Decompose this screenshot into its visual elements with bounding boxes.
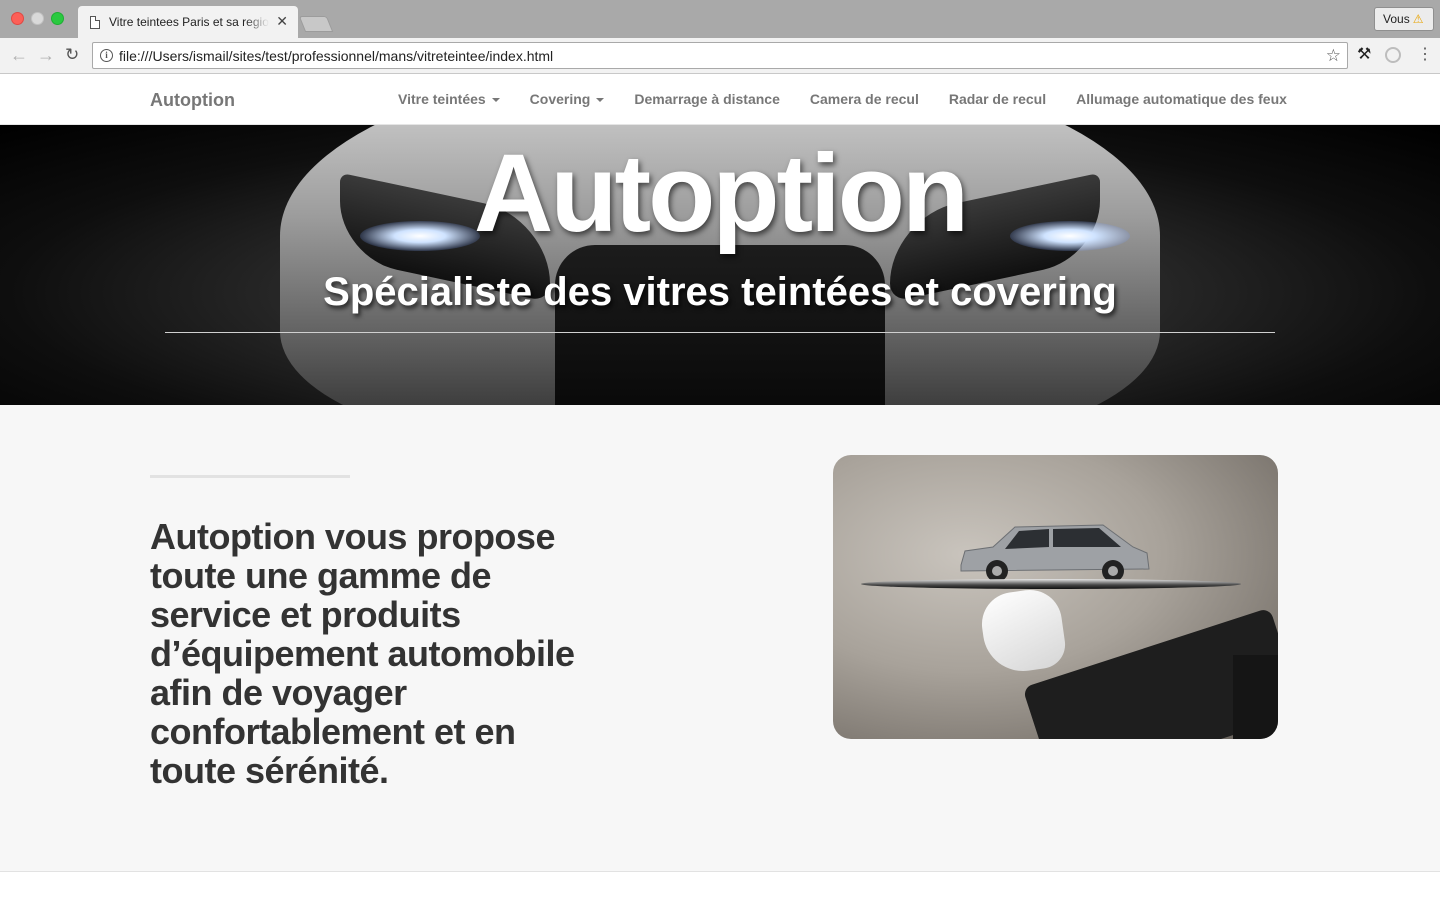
intro-heading: Autoption vous propose toute une gamme d…	[150, 516, 575, 791]
browser-tab-active[interactable]: Vitre teintees Paris et sa region ✕	[78, 6, 298, 38]
nav-item-camera-de-recul[interactable]: Camera de recul	[795, 91, 934, 107]
browser-titlebar: Vitre teintees Paris et sa region ✕ Vous…	[0, 0, 1440, 38]
document-icon	[90, 16, 100, 29]
hero-title: Autoption	[473, 132, 969, 255]
nav-item-radar-de-recul[interactable]: Radar de recul	[934, 91, 1061, 107]
warning-icon: ⚠	[1412, 12, 1424, 26]
kebab-menu-icon[interactable]: ⋮	[1417, 46, 1433, 64]
reload-icon[interactable]: ↻	[65, 46, 79, 64]
tab-title: Vitre teintees Paris et sa region	[109, 15, 269, 29]
nav-links: Vitre teintées Covering Demarrage à dist…	[383, 91, 1302, 107]
extension-tool-icon[interactable]: ⚒	[1357, 46, 1371, 64]
intro-section: Autoption vous propose toute une gamme d…	[0, 405, 1440, 872]
browser-toolbar: ← → ↻ i file:///Users/ismail/sites/test/…	[0, 38, 1440, 74]
info-icon[interactable]: i	[100, 49, 113, 62]
address-url[interactable]: file:///Users/ismail/sites/test/professi…	[119, 48, 553, 64]
nav-item-covering[interactable]: Covering	[515, 91, 620, 107]
nav-item-vitre-teintees[interactable]: Vitre teintées	[383, 91, 515, 107]
profile-label: Vous	[1383, 12, 1410, 26]
close-window-button[interactable]	[11, 12, 24, 25]
car-grille	[555, 245, 885, 405]
section-divider	[150, 475, 350, 478]
bookmark-star-icon[interactable]: ☆	[1326, 46, 1341, 66]
feature-image-car-on-tray	[833, 455, 1278, 739]
nav-item-label: Vitre teintées	[398, 91, 486, 107]
hero-divider	[165, 332, 1275, 333]
silver-tray	[861, 579, 1241, 589]
profile-button[interactable]: Vous ⚠	[1374, 7, 1434, 31]
new-tab-button[interactable]	[298, 16, 334, 32]
extension-circle-icon[interactable]	[1385, 47, 1401, 63]
caret-down-icon	[596, 98, 605, 103]
nav-item-allumage-automatique[interactable]: Allumage automatique des feux	[1061, 91, 1302, 107]
hero-banner: Autoption Spécialiste des vitres teintée…	[0, 125, 1440, 405]
back-arrow-icon[interactable]: ←	[10, 46, 28, 64]
suit-sleeve-edge	[1233, 655, 1278, 739]
site-brand-link[interactable]: Autoption	[150, 90, 235, 111]
site-navbar: Autoption Vitre teintées Covering Demarr…	[0, 75, 1440, 125]
forward-arrow-icon[interactable]: →	[37, 46, 55, 64]
address-bar[interactable]: i file:///Users/ismail/sites/test/profes…	[92, 42, 1348, 69]
hero-subtitle: Spécialiste des vitres teintées et cover…	[323, 270, 1117, 314]
web-page: Autoption Vitre teintées Covering Demarr…	[0, 75, 1440, 900]
maximize-window-button[interactable]	[51, 12, 64, 25]
suv-illustration	[960, 524, 1150, 582]
tab-close-icon[interactable]: ✕	[276, 13, 288, 29]
white-glove-hand	[977, 585, 1069, 677]
nav-item-demarrage-a-distance[interactable]: Demarrage à distance	[619, 91, 795, 107]
minimize-window-button[interactable]	[31, 12, 44, 25]
caret-down-icon	[491, 98, 500, 103]
nav-item-label: Covering	[529, 91, 591, 107]
